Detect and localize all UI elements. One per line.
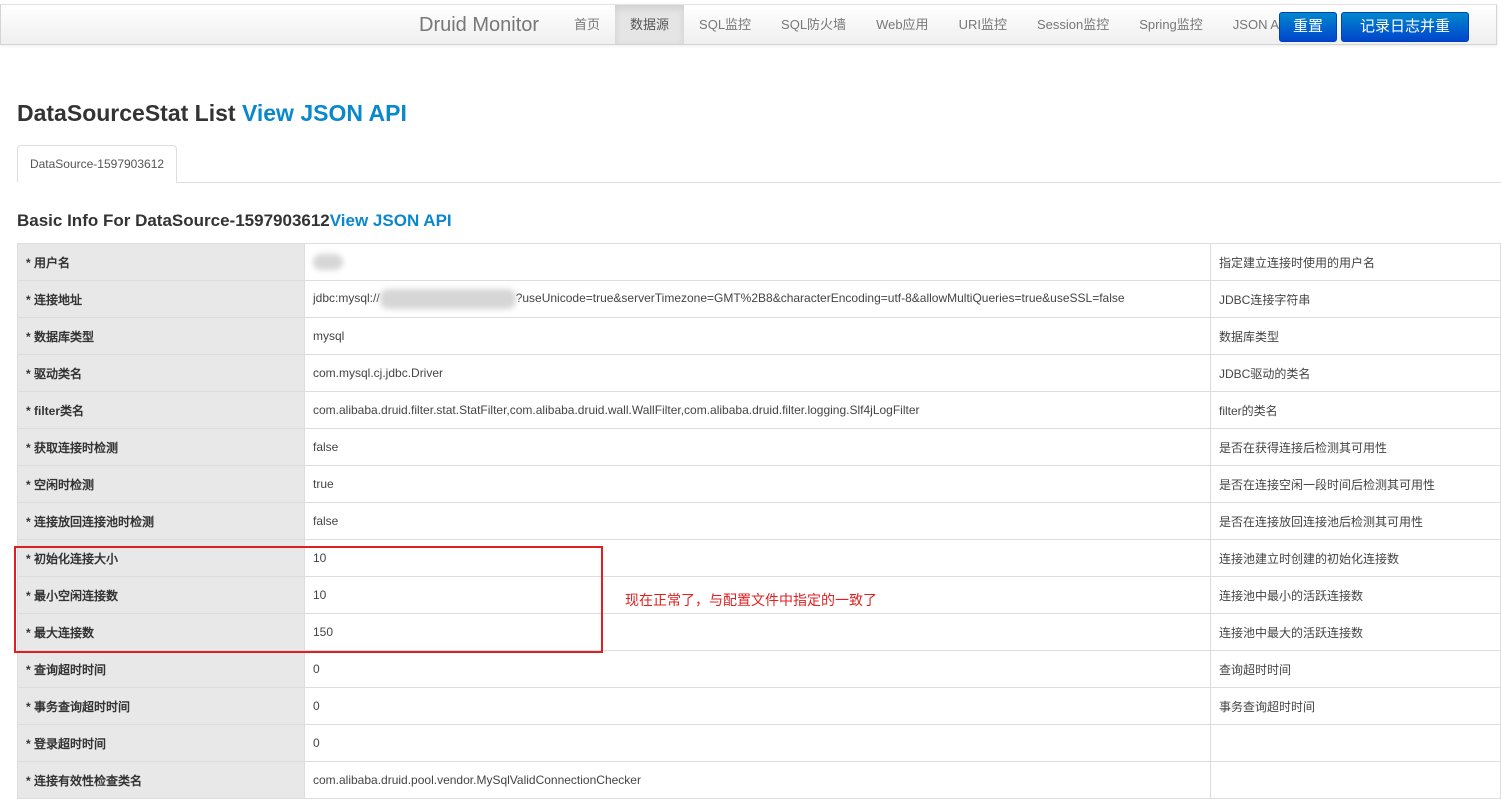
row-desc: 事务查询超时时间 (1210, 687, 1501, 725)
brand-title[interactable]: Druid Monitor (419, 14, 539, 37)
table-row: * 查询超时时间 0 查询超时时间 (17, 650, 1501, 688)
row-desc: 是否在连接空闲一段时间后检测其可用性 (1210, 465, 1501, 503)
table-row: * 登录超时时间 0 (17, 724, 1501, 762)
row-label: * filter类名 (17, 391, 305, 429)
row-value: mysql (304, 317, 1211, 355)
nav-uri-monitor[interactable]: URI监控 (944, 5, 1022, 44)
row-value (304, 243, 1211, 281)
row-label: * 连接放回连接池时检测 (17, 502, 305, 540)
table-row: * 初始化连接大小 10 连接池建立时创建的初始化连接数 (17, 539, 1501, 577)
row-value: com.alibaba.druid.filter.stat.StatFilter… (304, 391, 1211, 429)
section-view-json-api-link[interactable]: View JSON API (330, 211, 452, 230)
log-and-reset-button[interactable]: 记录日志并重置 (1341, 12, 1469, 63)
row-value: 0 (304, 687, 1211, 725)
table-row: * filter类名 com.alibaba.druid.filter.stat… (17, 391, 1501, 429)
row-desc: 是否在获得连接后检测其可用性 (1210, 428, 1501, 466)
row-label: * 连接有效性检查类名 (17, 761, 305, 799)
nav-home[interactable]: 首页 (559, 5, 615, 44)
row-desc: JDBC连接字符串 (1210, 280, 1501, 318)
row-label: * 驱动类名 (17, 354, 305, 392)
table-row: * 最大连接数 150 连接池中最大的活跃连接数 (17, 613, 1501, 651)
row-label: * 查询超时时间 (17, 650, 305, 688)
row-label: * 初始化连接大小 (17, 539, 305, 577)
top-navbar: Druid Monitor 首页 数据源 SQL监控 SQL防火墙 Web应用 … (0, 4, 1497, 63)
row-value: jdbc:mysql://?useUnicode=true&serverTime… (304, 280, 1211, 318)
view-json-api-link[interactable]: View JSON API (242, 100, 407, 126)
nav-session-monitor[interactable]: Session监控 (1022, 5, 1124, 44)
row-label: * 用户名 (17, 243, 305, 281)
nav-sql-firewall[interactable]: SQL防火墙 (766, 5, 861, 44)
table-row: * 连接地址 jdbc:mysql://?useUnicode=true&ser… (17, 280, 1501, 318)
redacted-username (313, 254, 343, 270)
nav-sql-monitor[interactable]: SQL监控 (684, 5, 766, 44)
row-desc: 数据库类型 (1210, 317, 1501, 355)
row-value: 0 (304, 650, 1211, 688)
row-desc: 连接池建立时创建的初始化连接数 (1210, 539, 1501, 577)
row-value: false (304, 428, 1211, 466)
table-row: * 连接有效性检查类名 com.alibaba.druid.pool.vendo… (17, 761, 1501, 799)
basic-info-table: * 用户名 指定建立连接时使用的用户名 * 连接地址 jdbc:mysql://… (17, 243, 1501, 799)
table-row: * 连接放回连接池时检测 false 是否在连接放回连接池后检测其可用性 (17, 502, 1501, 540)
row-value: false (304, 502, 1211, 540)
row-desc: 连接池中最小的活跃连接数 (1210, 576, 1501, 614)
row-value: com.mysql.cj.jdbc.Driver (304, 354, 1211, 392)
row-value: 0 (304, 724, 1211, 762)
row-desc: filter的类名 (1210, 391, 1501, 429)
annotation-note: 现在正常了，与配置文件中指定的一致了 (625, 592, 877, 608)
main-nav: 首页 数据源 SQL监控 SQL防火墙 Web应用 URI监控 Session监… (559, 5, 1306, 44)
row-label: * 最大连接数 (17, 613, 305, 651)
table-row: * 数据库类型 mysql 数据库类型 (17, 317, 1501, 355)
table-row: * 驱动类名 com.mysql.cj.jdbc.Driver JDBC驱动的类… (17, 354, 1501, 392)
row-desc: 是否在连接放回连接池后检测其可用性 (1210, 502, 1501, 540)
nav-spring-monitor[interactable]: Spring监控 (1124, 5, 1218, 44)
row-value: com.alibaba.druid.pool.vendor.MySqlValid… (304, 761, 1211, 799)
row-label: * 事务查询超时时间 (17, 687, 305, 725)
nav-web-app[interactable]: Web应用 (861, 5, 944, 44)
page-title: DataSourceStat List View JSON API (17, 100, 407, 126)
row-desc: 指定建立连接时使用的用户名 (1210, 243, 1501, 281)
section-title: Basic Info For DataSource-1597903612View… (17, 211, 452, 230)
row-desc: 查询超时时间 (1210, 650, 1501, 688)
table-row: * 获取连接时检测 false 是否在获得连接后检测其可用性 (17, 428, 1501, 466)
row-value: 10 (304, 539, 1211, 577)
row-label: * 空闲时检测 (17, 465, 305, 503)
table-row: * 空闲时检测 true 是否在连接空闲一段时间后检测其可用性 (17, 465, 1501, 503)
row-label: * 获取连接时检测 (17, 428, 305, 466)
table-row: * 用户名 指定建立连接时使用的用户名 (17, 243, 1501, 281)
row-value: 150 (304, 613, 1211, 651)
row-desc: 连接池中最大的活跃连接数 (1210, 613, 1501, 651)
row-desc (1210, 724, 1501, 762)
table-row: * 事务查询超时时间 0 事务查询超时时间 (17, 687, 1501, 725)
row-label: * 数据库类型 (17, 317, 305, 355)
reset-button[interactable]: 重置 (1279, 12, 1337, 42)
tab-bar-divider (17, 182, 1501, 183)
row-desc: JDBC驱动的类名 (1210, 354, 1501, 392)
row-desc (1210, 761, 1501, 799)
row-value: true (304, 465, 1211, 503)
redacted-host (379, 289, 516, 309)
nav-datasource[interactable]: 数据源 (615, 5, 685, 44)
row-label: * 连接地址 (17, 280, 305, 318)
tab-datasource[interactable]: DataSource-1597903612 (17, 145, 177, 183)
row-label: * 最小空闲连接数 (17, 576, 305, 614)
row-label: * 登录超时时间 (17, 724, 305, 762)
